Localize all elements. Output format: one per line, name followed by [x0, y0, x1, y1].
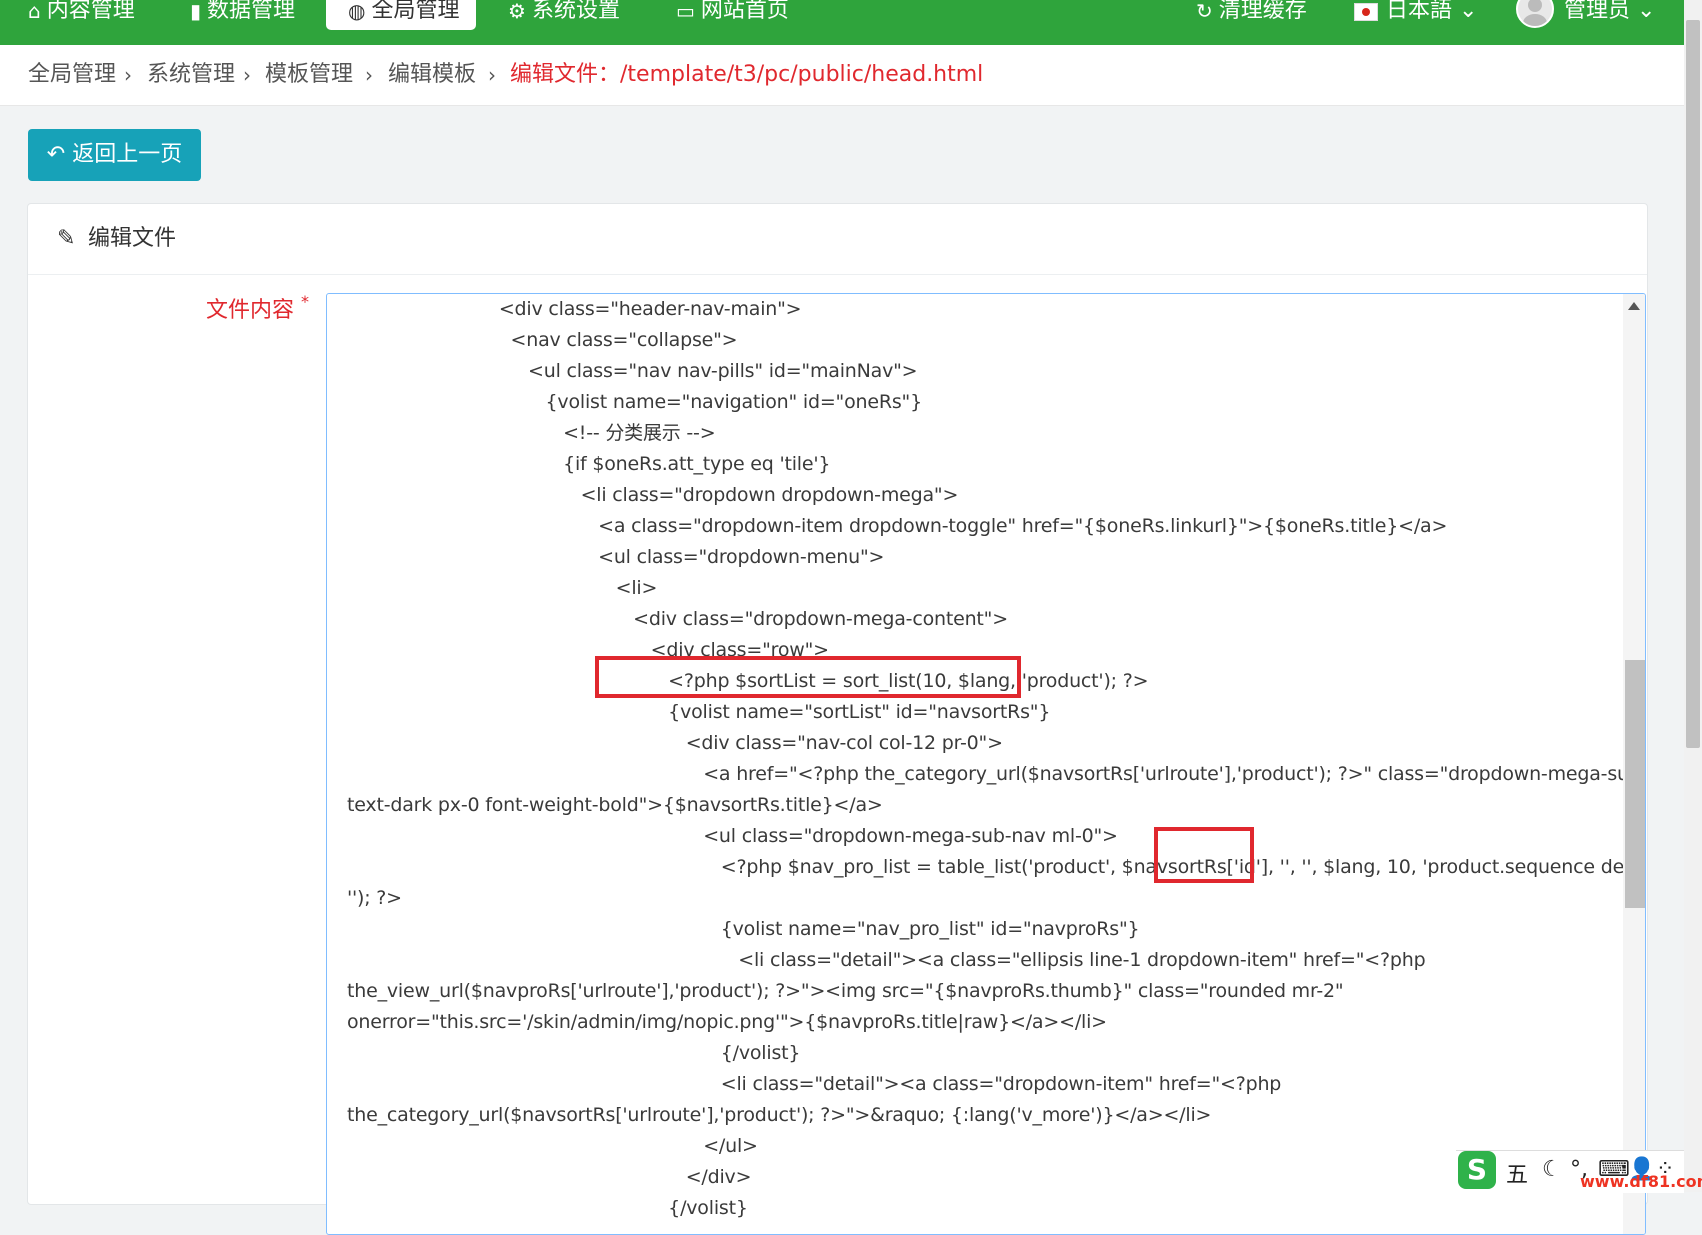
chart-icon: ▮	[190, 0, 202, 23]
scroll-up-arrow-icon[interactable]	[1628, 302, 1640, 310]
gears-icon: ⚙	[508, 0, 526, 23]
code-line: <nav class="collapse">	[347, 329, 738, 351]
edit-file-card: ✎ 编辑文件 文件内容 * <div class="header-nav-mai…	[27, 203, 1648, 1235]
code-line: <a href="<?php the_category_url($navsort…	[347, 763, 1646, 785]
card-title: 编辑文件	[88, 226, 177, 251]
chevron-right-icon: ›	[124, 63, 132, 87]
code-line: </ul>	[347, 1135, 758, 1157]
page-scroll-thumb[interactable]	[1686, 20, 1700, 748]
code-line: <?php $nav_pro_list = table_list('produc…	[347, 856, 1646, 878]
user-label: 管理员	[1564, 0, 1631, 23]
nav-system-settings[interactable]: ⚙ 系统设置	[508, 0, 620, 24]
highlight-box-sortlist	[595, 656, 1021, 698]
code-line: <div class="dropdown-mega-content">	[347, 608, 1008, 630]
nav-label: 内容管理	[46, 0, 135, 23]
language-label: 日本語	[1386, 0, 1453, 23]
code-line: <ul class="dropdown-menu">	[347, 546, 885, 568]
code-line: </div>	[347, 1166, 752, 1188]
code-line: onerror="this.src='/skin/admin/img/nopic…	[347, 1011, 1107, 1033]
chevron-down-icon: ⌄	[1637, 0, 1656, 23]
code-line: <li>	[347, 577, 658, 599]
code-line: <div class="nav-col col-12 pr-0">	[347, 732, 1003, 754]
nav-label: 全局管理	[371, 0, 460, 23]
refresh-icon: ↻	[1196, 0, 1213, 23]
code-content: <div class="header-nav-main"> <nav class…	[347, 294, 1646, 1224]
code-line: the_category_url($navsortRs['urlroute'],…	[347, 1104, 1212, 1126]
required-mark: *	[301, 292, 309, 311]
back-button-label: 返回上一页	[72, 142, 183, 167]
code-line: <ul class="dropdown-mega-sub-nav ml-0">	[347, 825, 1118, 847]
reply-icon: ↶	[46, 142, 66, 167]
breadcrumb-item[interactable]: 编辑模板	[388, 45, 476, 105]
highlight-box-lang-param	[1154, 827, 1254, 883]
ime-logo-icon[interactable]: S	[1458, 1151, 1496, 1189]
chevron-right-icon: ›	[365, 63, 373, 87]
watermark: www.df81.com	[1580, 1172, 1702, 1191]
breadcrumb-current-label: 编辑文件：	[510, 62, 621, 87]
code-line: {/volist}	[347, 1197, 748, 1219]
code-line: {volist name="navigation" id="oneRs"}	[347, 391, 923, 413]
japan-flag-icon	[1354, 3, 1378, 21]
card-header: ✎ 编辑文件	[28, 204, 1647, 275]
avatar	[1516, 0, 1554, 28]
nav-label: 数据管理	[207, 0, 296, 23]
code-line: <a class="dropdown-item dropdown-toggle"…	[347, 515, 1448, 537]
clear-cache-label: 清理缓存	[1218, 0, 1307, 23]
ime-mode[interactable]: 五	[1506, 1157, 1528, 1189]
chevron-right-icon: ›	[243, 63, 251, 87]
code-line: the_view_url($navproRs['urlroute'],'prod…	[347, 980, 1344, 1002]
nav-global-manage-tab[interactable]: ◍ 全局管理	[326, 0, 476, 30]
file-content-label-text: 文件内容	[205, 298, 294, 323]
code-line: {volist name="nav_pro_list" id="navproRs…	[347, 918, 1140, 940]
code-line: <!-- 分类展示 -->	[347, 422, 716, 444]
home-icon: ⌂	[28, 0, 41, 23]
file-content-textarea[interactable]: <div class="header-nav-main"> <nav class…	[326, 293, 1646, 1235]
code-line: <li class="dropdown dropdown-mega">	[347, 484, 959, 506]
user-dropdown[interactable]: 管理员 ⌄	[1516, 0, 1656, 28]
top-nav: ⌂ 内容管理 ▮ 数据管理 ◍ 全局管理 ⚙ 系统设置 ▭ 网站首页 ↻ 清理缓存 日本語 …	[0, 0, 1684, 45]
nav-site-home[interactable]: ▭ 网站首页	[676, 0, 789, 24]
chevron-down-icon: ⌄	[1459, 0, 1478, 23]
code-line: <li class="detail"><a class="ellipsis li…	[347, 949, 1426, 971]
breadcrumb-current-path: /template/t3/pc/public/head.html	[620, 62, 984, 87]
breadcrumb-current: 编辑文件：/template/t3/pc/public/head.html	[510, 45, 983, 105]
code-line: text-dark px-0 font-weight-bold">{$navso…	[347, 794, 883, 816]
desktop-icon: ▭	[676, 0, 695, 23]
moon-icon[interactable]: ☾	[1542, 1157, 1562, 1182]
code-line: {/volist}	[347, 1042, 801, 1064]
code-line: {if $oneRs.att_type eq 'tile'}	[347, 453, 831, 475]
breadcrumb-item[interactable]: 系统管理	[147, 45, 235, 105]
code-line: <ul class="nav nav-pills" id="mainNav">	[347, 360, 918, 382]
code-line: <div class="header-nav-main">	[347, 298, 802, 320]
code-line: {volist name="sortList" id="navsortRs"}	[347, 701, 1051, 723]
code-line: <li class="detail"><a class="dropdown-it…	[347, 1073, 1282, 1095]
breadcrumb-item[interactable]: 模板管理	[265, 45, 353, 105]
editor-scroll-thumb[interactable]	[1625, 660, 1645, 908]
code-line: ''); ?>	[347, 887, 402, 909]
clear-cache-button[interactable]: ↻ 清理缓存	[1196, 0, 1307, 24]
nav-label: 系统设置	[531, 0, 620, 23]
chevron-right-icon: ›	[488, 63, 496, 87]
breadcrumb: 全局管理 › 系统管理 › 模板管理 › 编辑模板 › 编辑文件：/templa…	[0, 45, 1684, 106]
nav-label: 网站首页	[700, 0, 789, 23]
file-content-label: 文件内容 *	[179, 292, 309, 324]
globe-icon: ◍	[348, 0, 366, 23]
back-button[interactable]: ↶ 返回上一页	[28, 129, 201, 181]
language-dropdown[interactable]: 日本語 ⌄	[1354, 0, 1477, 24]
nav-data-manage[interactable]: ▮ 数据管理	[190, 0, 295, 24]
breadcrumb-item[interactable]: 全局管理	[28, 45, 116, 105]
nav-content-manage[interactable]: ⌂ 内容管理	[28, 0, 135, 24]
edit-icon: ✎	[57, 226, 76, 251]
